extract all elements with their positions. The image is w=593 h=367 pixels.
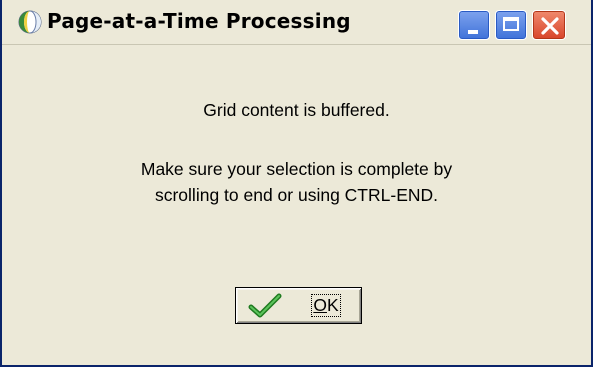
close-icon xyxy=(541,17,559,35)
window-title: Page-at-a-Time Processing xyxy=(47,9,351,33)
maximize-button[interactable] xyxy=(495,10,527,40)
ok-button-label: OK xyxy=(311,294,341,317)
minimize-icon xyxy=(468,30,478,34)
message-selection-line2: scrolling to end or using CTRL-END. xyxy=(154,185,439,205)
globe-icon xyxy=(18,10,42,34)
close-button[interactable] xyxy=(532,10,566,40)
checkmark-icon xyxy=(248,293,282,318)
ok-mnemonic: O xyxy=(313,295,327,315)
ok-label-rest: K xyxy=(326,295,339,315)
minimize-button[interactable] xyxy=(458,10,490,40)
message-buffered: Grid content is buffered. xyxy=(203,100,390,120)
message-selection-line1: Make sure your selection is complete by xyxy=(140,159,453,179)
dialog-window: Page-at-a-Time Processing Grid content i… xyxy=(0,0,593,367)
maximize-icon xyxy=(503,17,519,31)
title-bar[interactable]: Page-at-a-Time Processing xyxy=(2,0,591,45)
ok-button[interactable]: OK xyxy=(235,287,362,324)
